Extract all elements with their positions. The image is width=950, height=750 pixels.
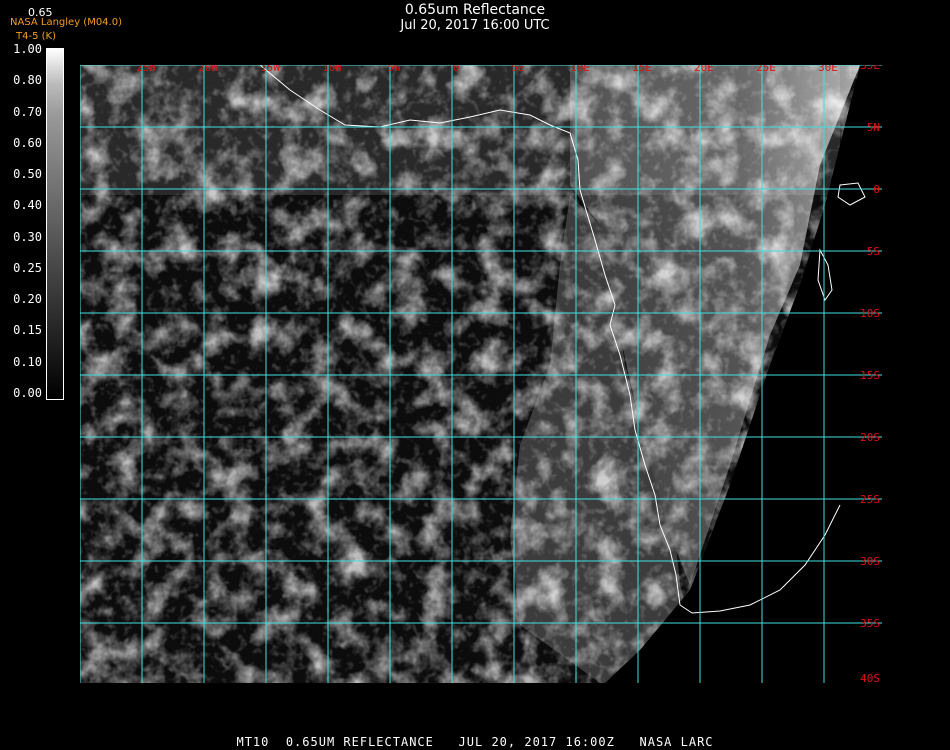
colorbar-tick-label: 0.00 xyxy=(13,386,42,400)
colorbar-tick-label: 0.40 xyxy=(13,198,42,213)
latitude-label: 35S xyxy=(860,617,880,630)
latitude-label: 25S xyxy=(860,493,880,506)
latitude-label: 0 xyxy=(873,183,880,196)
longitude-label: 15E xyxy=(632,65,652,74)
colorbar-tick-label: 0.30 xyxy=(13,229,42,244)
colorbar-tick-label: 0.20 xyxy=(13,292,42,307)
longitude-label: 25W xyxy=(136,65,156,74)
credit-label: NASA Langley (M04.0) xyxy=(10,17,122,28)
colorbar-tick-label: 0.60 xyxy=(13,135,42,150)
colorbar-tick-label: 1.00 xyxy=(13,42,42,56)
latitude-label: 15S xyxy=(860,369,880,382)
longitude-label: 0 xyxy=(453,65,460,74)
latitude-label: 30S xyxy=(860,555,880,568)
longitude-label: 20E xyxy=(694,65,714,74)
longitude-label: 15W xyxy=(260,65,280,74)
latitude-label: 10S xyxy=(860,307,880,320)
colorbar-tick-label: 0.15 xyxy=(13,323,42,338)
footer-caption: MT10 0.65UM REFLECTANCE JUL 20, 2017 16:… xyxy=(236,735,714,749)
longitude-label: 10W xyxy=(322,65,342,74)
itcz-cloud-band xyxy=(80,65,840,195)
colorbar-tick-label: 0.50 xyxy=(13,167,42,182)
colorbar-tick-label: 0.80 xyxy=(13,73,42,88)
longitude-label: 20W xyxy=(198,65,218,74)
longitude-label: 25E xyxy=(756,65,776,74)
image-subtitle: Jul 20, 2017 16:00 UTC xyxy=(400,18,550,33)
longitude-label: 10E xyxy=(570,65,590,74)
colorbar-tick-label: 0.10 xyxy=(13,354,42,369)
satellite-map: 25W 20W 15W 10W 5W 0 5E 10E 15E 20E 25E 30E 35E 5N 0 5S… xyxy=(80,65,882,683)
longitude-label: 30E xyxy=(818,65,838,74)
latitude-label: 5N xyxy=(867,121,880,134)
colorbar xyxy=(46,48,64,400)
latitude-label: 35E xyxy=(860,65,880,72)
latitude-label: 20S xyxy=(860,431,880,444)
colorbar-tick-label: 0.25 xyxy=(13,260,42,275)
image-title: 0.65um Reflectance xyxy=(404,2,546,18)
latitude-label: 40S xyxy=(860,672,880,683)
longitude-label: 5E xyxy=(511,65,524,74)
latitude-label: 5S xyxy=(867,245,880,258)
longitude-label: 5W xyxy=(387,65,401,74)
colorbar-tick-label: 0.70 xyxy=(13,104,42,119)
